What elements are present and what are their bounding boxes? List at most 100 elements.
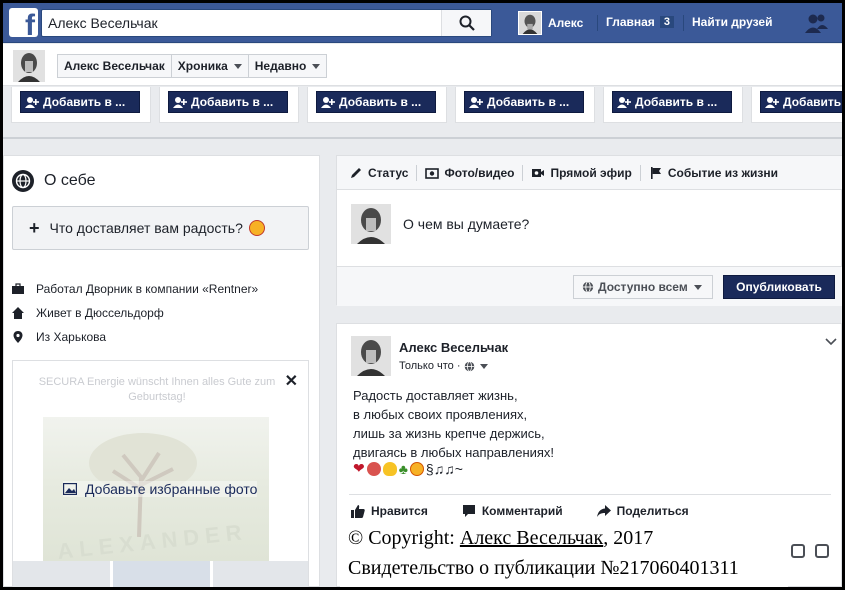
post-line: Радость доставляет жизнь, — [353, 388, 518, 403]
composer-input[interactable]: О чем вы думаете? — [403, 216, 529, 232]
share-button[interactable]: Поделиться — [596, 504, 689, 518]
user-avatar — [518, 11, 542, 35]
post-options-chevron-icon[interactable] — [825, 338, 837, 346]
add-friend-button[interactable]: Добавить в ... — [20, 91, 140, 113]
lives-info: Живет в Дюссельдорф — [12, 306, 164, 320]
chevron-down-icon — [233, 63, 242, 69]
post-author-name[interactable]: Алекс Весельчак — [399, 340, 508, 355]
profile-avatar[interactable] — [13, 50, 45, 82]
tab-live[interactable]: Прямой эфир — [531, 164, 641, 181]
tab-life-event[interactable]: Событие из жизни — [649, 165, 786, 181]
like-button[interactable]: Нравится — [351, 504, 428, 518]
work-info: Работал Дворник в компании «Rentner» — [12, 282, 258, 296]
from-info: Из Харькова — [12, 330, 106, 344]
globe-icon — [582, 281, 594, 293]
comment-icon — [462, 505, 475, 517]
flag-icon — [650, 166, 661, 179]
composer-tabs: Статус Фото/видео Прямой эфир Событие из… — [337, 156, 842, 190]
nav-home-link[interactable]: Главная 3 — [606, 15, 674, 29]
video-camera-icon — [532, 168, 545, 177]
add-friend-icon — [25, 97, 39, 108]
add-featured-photos-text: Добавьте избранные фото — [85, 481, 258, 497]
joy-prompt-text: Что доставляет вам радость? — [49, 220, 243, 236]
friend-suggestions-strip: Добавить в ... Добавить в ... Добавить в… — [3, 87, 842, 139]
recent-label: Недавно — [254, 59, 307, 73]
post-line: лишь за жизнь крепче держись, — [353, 426, 545, 441]
camera-icon[interactable] — [791, 544, 805, 558]
from-text: Из Харькова — [36, 330, 107, 344]
photo-thumbnail[interactable] — [113, 561, 210, 587]
add-friend-icon — [617, 97, 631, 108]
add-friend-button[interactable]: Добавить в ... — [316, 91, 436, 113]
chevron-down-icon — [693, 284, 702, 290]
smile-emoji-icon — [248, 220, 265, 236]
add-featured-photos-link[interactable]: Добавьте избранные фото — [63, 481, 258, 497]
suggestion-card: Добавить в ... — [603, 87, 743, 123]
nav-home-label: Главная — [606, 15, 655, 29]
section-divider — [3, 137, 842, 139]
post-emoji-tail: §♫♫~ — [425, 460, 463, 477]
search-input[interactable] — [48, 13, 448, 33]
photo-icon — [63, 483, 77, 495]
publish-button[interactable]: Опубликовать — [723, 275, 835, 299]
post-actions: Нравится Комментарий Поделиться — [351, 504, 723, 518]
photo-thumbnail[interactable] — [13, 561, 110, 587]
nav-find-friends-link[interactable]: Найти друзей — [692, 15, 772, 29]
add-friend-button[interactable]: Добавить — [760, 91, 842, 113]
suggestion-card: Добавить в ... — [307, 87, 447, 123]
globe-icon — [465, 360, 475, 372]
profile-name-link[interactable]: Алекс Весельчак — [58, 55, 172, 77]
copyright-overlay: © Copyright: Алекс Весельчак, 2017 Свиде… — [340, 523, 788, 587]
add-friend-icon — [321, 97, 335, 108]
add-friend-button[interactable]: Добавить в ... — [168, 91, 288, 113]
nav-profile-link[interactable]: Алекс — [518, 11, 583, 35]
tab-status[interactable]: Статус — [349, 164, 418, 181]
add-friend-button[interactable]: Добавить в ... — [612, 91, 732, 113]
copyright-line: © Copyright: Алекс Весельчак, 2017 — [348, 527, 653, 550]
facebook-logo[interactable]: f — [9, 8, 38, 41]
joy-prompt-button[interactable]: + Что доставляет вам радость? — [12, 206, 309, 250]
comment-button[interactable]: Комментарий — [462, 504, 563, 518]
post-emoji-line: ❤ ♣ §♫♫~ — [353, 460, 463, 477]
photo-thumbnail[interactable] — [213, 561, 308, 587]
suggestion-card: Добавить в ... — [159, 87, 299, 123]
lightbulb-emoji-icon — [382, 461, 397, 476]
sticker-icon[interactable] — [815, 544, 829, 558]
add-friend-icon — [469, 97, 483, 108]
profile-header-bar: Алекс Весельчак Хроника Недавно — [3, 44, 842, 86]
post-line: в любых своих проявлениях, — [353, 407, 528, 422]
mushroom-emoji-icon — [366, 461, 381, 476]
close-icon[interactable]: ✕ — [285, 371, 298, 391]
post-author-avatar[interactable] — [351, 336, 391, 376]
featured-photos-card: SECURA Energie wünscht Ihnen alles Gute … — [12, 360, 309, 587]
thumbs-up-icon — [351, 505, 365, 518]
recent-dropdown[interactable]: Недавно — [249, 55, 327, 77]
profile-nav-pill: Алекс Весельчак Хроника Недавно — [57, 54, 328, 78]
composer-footer: Доступно всем Опубликовать — [337, 266, 842, 306]
comment-input-icons — [791, 544, 829, 558]
post-composer: Статус Фото/видео Прямой эфир Событие из… — [336, 155, 842, 306]
copyright-author-link[interactable]: Алекс Весельчак — [460, 527, 603, 549]
nav-divider — [597, 15, 598, 31]
laughing-emoji-icon — [409, 461, 424, 476]
pencil-icon — [351, 167, 361, 178]
friends-icon[interactable] — [804, 12, 828, 34]
post-meta: Только что · — [399, 360, 489, 372]
audience-selector[interactable]: Доступно всем — [573, 275, 713, 299]
chevron-down-icon[interactable] — [480, 363, 489, 369]
post-body: Радость доставляет жизнь, в любых своих … — [353, 386, 554, 462]
tab-photo-video[interactable]: Фото/видео — [425, 164, 524, 181]
photo-caption: SECURA Energie wünscht Ihnen alles Gute … — [38, 376, 276, 403]
plus-icon: + — [29, 217, 40, 238]
about-title: О себе — [44, 172, 96, 189]
suggestion-card: Добавить в ... — [11, 87, 151, 123]
composer-avatar — [351, 204, 391, 244]
location-pin-icon — [13, 331, 23, 343]
post-timestamp[interactable]: Только что · — [399, 360, 460, 372]
search-button[interactable] — [441, 10, 491, 36]
timeline-dropdown[interactable]: Хроника — [172, 55, 249, 77]
chevron-down-icon — [312, 63, 321, 69]
nav-divider — [683, 15, 684, 31]
add-friend-button[interactable]: Добавить в ... — [464, 91, 584, 113]
home-icon — [12, 307, 24, 319]
